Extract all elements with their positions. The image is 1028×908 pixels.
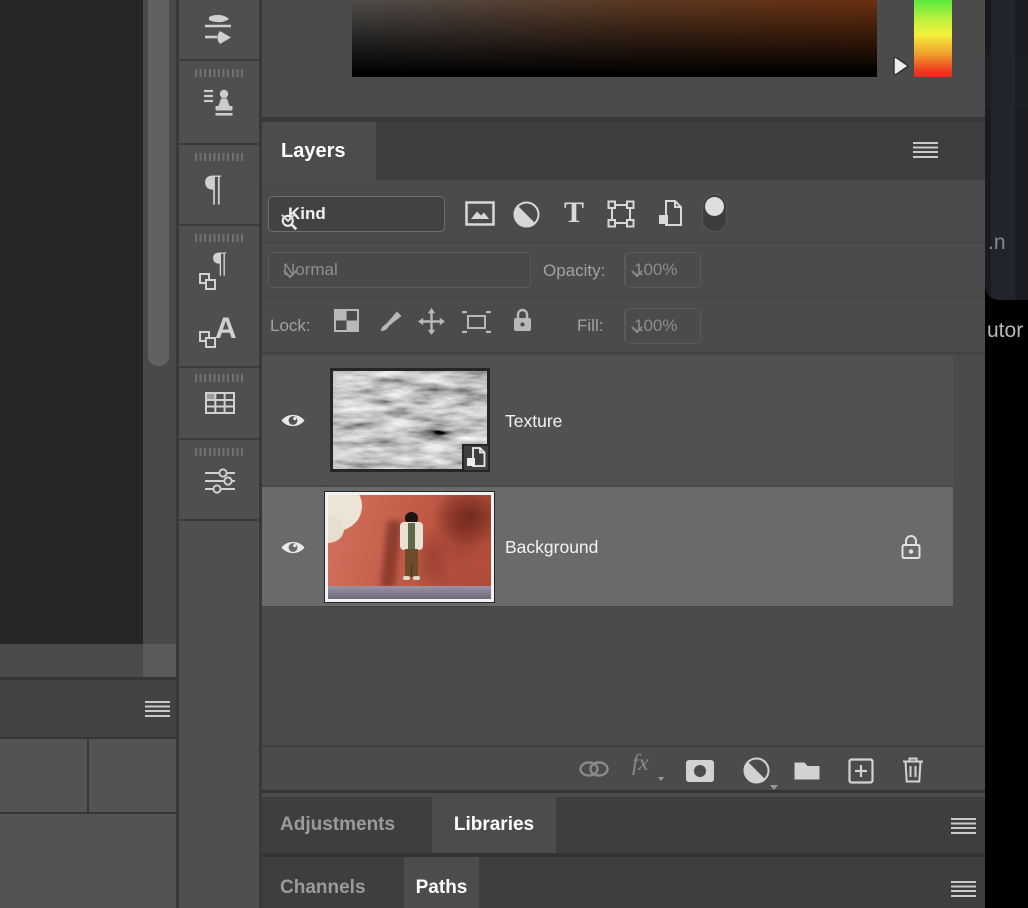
photo-wall-shadow <box>415 495 485 583</box>
tab-channels[interactable]: Channels <box>280 857 366 908</box>
layer-name[interactable]: Background <box>505 537 598 558</box>
smart-object-badge-icon <box>462 444 490 472</box>
layer-thumbnail-background[interactable] <box>325 492 494 602</box>
scrollbar-corner <box>143 644 176 677</box>
tab-layers-label: Layers <box>281 140 346 163</box>
opacity-field[interactable]: 100% <box>624 252 701 288</box>
right-edge-region: .n utor <box>985 0 1028 908</box>
divider <box>262 790 985 793</box>
window-text-fragment: .n <box>988 231 1006 255</box>
panel-dock: ¶ ¶ A <box>179 0 259 908</box>
background-window-fragment: .n <box>985 0 1028 300</box>
color-panel-area <box>262 0 985 117</box>
dock-button-brush-settings[interactable] <box>179 0 259 61</box>
adjustments-libraries-tab-bar: Adjustments Libraries <box>262 797 985 853</box>
libraries-panel-menu-icon[interactable] <box>951 818 976 834</box>
divider <box>625 309 626 343</box>
opacity-label: Opacity: <box>543 261 605 281</box>
add-layer-mask-icon[interactable] <box>686 760 714 782</box>
left-panel-tile[interactable] <box>89 739 176 812</box>
vertical-scrollbar[interactable] <box>143 0 176 644</box>
filter-toggle[interactable] <box>702 194 727 232</box>
divider <box>262 242 985 243</box>
dock-grip <box>195 153 243 161</box>
dock-grip <box>195 69 243 77</box>
background-photo <box>328 495 491 599</box>
tab-libraries[interactable]: Libraries <box>432 797 556 853</box>
channels-paths-tab-bar: Channels Paths <box>262 857 985 908</box>
color-field[interactable] <box>352 0 877 77</box>
dock-button-clone-source[interactable] <box>179 61 259 145</box>
dock-grip <box>195 374 243 382</box>
layers-tab-bar: Layers <box>262 122 985 180</box>
layer-row-background[interactable]: Background <box>262 487 953 607</box>
blend-mode-dropdown[interactable]: Normal <box>268 252 531 288</box>
left-panel-header <box>0 680 176 737</box>
fill-field[interactable]: 100% <box>624 308 701 344</box>
hue-slider[interactable] <box>914 0 952 77</box>
dock-button-type-styles[interactable]: ¶ A <box>179 226 259 368</box>
filter-type-layers-icon[interactable]: T <box>564 196 584 230</box>
tab-layers[interactable]: Layers <box>262 122 376 180</box>
layer-row-texture[interactable]: Texture <box>262 356 953 486</box>
dock-grip <box>195 448 243 456</box>
left-panel-tile[interactable] <box>0 814 176 908</box>
layer-thumbnail-texture[interactable] <box>330 368 490 472</box>
dock-button-grid[interactable] <box>179 368 259 440</box>
divider <box>262 352 985 354</box>
filter-toggle-knob <box>705 197 724 216</box>
filter-kind-dropdown[interactable]: Kind <box>268 196 445 232</box>
dock-button-sliders[interactable] <box>179 440 259 521</box>
layer-name[interactable]: Texture <box>505 411 562 432</box>
tab-libraries-label: Libraries <box>454 814 534 836</box>
paragraph-icon: ¶ <box>205 167 222 210</box>
photoshop-workspace: ¶ ¶ A <box>0 0 1028 908</box>
layers-footer-bar: fx <box>262 745 985 790</box>
character-styles-icon: A <box>215 312 237 346</box>
tab-paths[interactable]: Paths <box>404 857 479 908</box>
left-panel-menu-icon[interactable] <box>145 701 170 717</box>
dock-grip <box>195 234 243 242</box>
dock-button-paragraph[interactable]: ¶ <box>179 145 259 226</box>
divider <box>625 253 626 287</box>
tab-adjustments[interactable]: Adjustments <box>280 797 395 853</box>
lock-label: Lock: <box>270 316 311 336</box>
vertical-scrollbar-thumb[interactable] <box>148 0 169 366</box>
fill-label: Fill: <box>577 316 603 336</box>
horizontal-scrollbar[interactable] <box>0 644 143 677</box>
layers-panel-menu-icon[interactable] <box>913 142 938 158</box>
photo-person <box>399 512 425 594</box>
layers-panel-body: Kind T <box>262 180 985 790</box>
document-canvas[interactable] <box>0 0 143 644</box>
tab-paths-label: Paths <box>416 877 468 899</box>
layer-effects-caret-icon <box>658 777 664 781</box>
left-panel-tile[interactable] <box>0 739 87 812</box>
divider <box>262 297 985 298</box>
paths-panel-menu-icon[interactable] <box>951 881 976 897</box>
window-text-fragment: utor <box>987 319 1023 343</box>
layer-effects-icon[interactable]: fx <box>632 750 649 776</box>
